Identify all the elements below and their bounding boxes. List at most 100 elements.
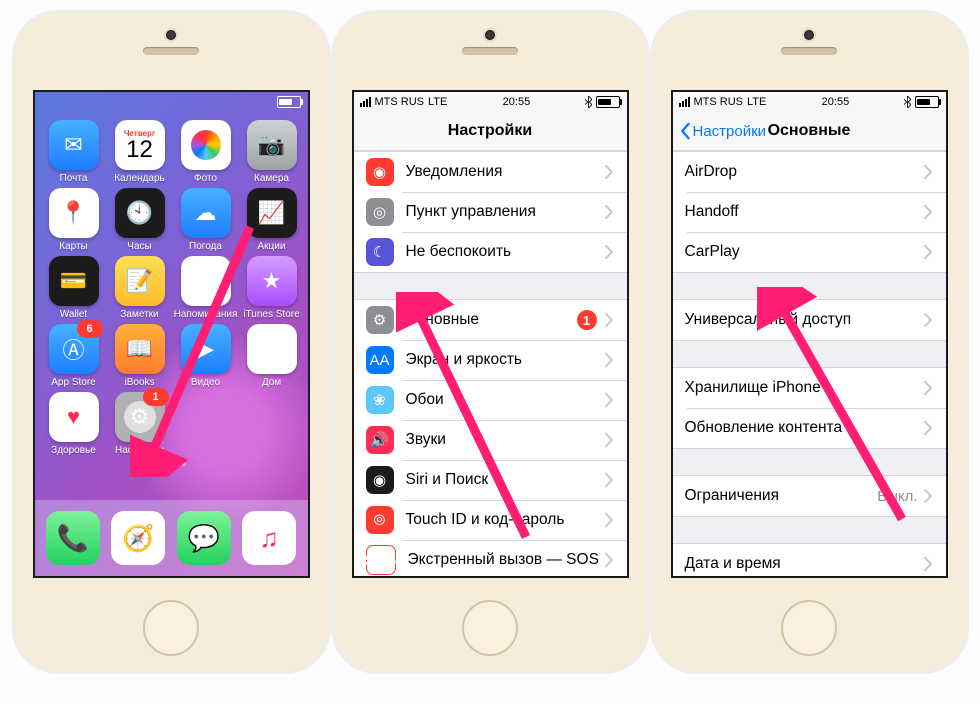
app-icon[interactable]: 📈 (247, 188, 297, 238)
app-icon[interactable]: 📖 (115, 324, 165, 374)
row-icon: AA (366, 346, 394, 374)
row-label: Siri и Поиск (406, 471, 605, 489)
row-icon: ◉ (366, 158, 394, 186)
home-button[interactable] (143, 600, 199, 656)
settings-row[interactable]: Обновление контента (673, 408, 946, 448)
app-icon[interactable]: ✉ (49, 120, 99, 170)
settings-row[interactable]: SOSЭкстренный вызов — SOS (354, 540, 627, 577)
settings-row[interactable]: ОграниченияВыкл. (673, 476, 946, 516)
app-icon[interactable]: ★ (247, 256, 297, 306)
chevron-right-icon (605, 393, 613, 407)
settings-row[interactable]: CarPlay (673, 232, 946, 272)
clock-label: 20:55 (822, 96, 850, 108)
app-icon[interactable]: 📍 (49, 188, 99, 238)
app-погода[interactable]: ☁ Погода (173, 188, 239, 252)
signal-bars-icon (679, 97, 690, 107)
app-icon[interactable]: 📝 (115, 256, 165, 306)
notification-badge: 6 (77, 320, 103, 338)
page-indicator[interactable] (35, 460, 308, 466)
nav-back-button[interactable]: Настройки (679, 122, 767, 140)
app-часы[interactable]: 🕙 Часы (107, 188, 173, 252)
app-ibooks[interactable]: 📖 iBooks (107, 324, 173, 388)
app-icon[interactable] (181, 120, 231, 170)
status-bar: MTS RUS LTE 20:55 (673, 92, 946, 112)
app-заметки[interactable]: 📝Заметки (107, 256, 173, 320)
home-button[interactable] (781, 600, 837, 656)
row-label: Обои (406, 391, 605, 409)
app-дом[interactable]: ⌂Дом (239, 324, 305, 388)
row-label: Touch ID и код-пароль (406, 511, 605, 529)
settings-row[interactable]: Универсальный доступ (673, 300, 946, 340)
app-label: Камера (254, 173, 289, 184)
nav-bar: Настройки (354, 112, 627, 151)
battery-icon (277, 96, 301, 108)
app-label: Видео (191, 377, 220, 388)
app-icon[interactable]: 💳 (49, 256, 99, 306)
app-icon[interactable]: Ⓐ6 (49, 324, 99, 374)
app-icon[interactable]: ☁ (181, 188, 231, 238)
app-карты[interactable]: 📍 Карты (41, 188, 107, 252)
network-label: LTE (747, 96, 766, 108)
app-настройки[interactable]: ⚙1Настройки (107, 392, 173, 456)
row-label: Дата и время (685, 555, 924, 573)
settings-row[interactable]: ⦾Touch ID и код-пароль (354, 500, 627, 540)
app-здоровье[interactable]: ♥Здоровье (41, 392, 107, 456)
settings-row[interactable]: ⚙Основные1 (354, 300, 627, 340)
app-icon[interactable]: ▶ (181, 324, 231, 374)
app-label: iBooks (124, 377, 154, 388)
home-button[interactable] (462, 600, 518, 656)
settings-row[interactable]: ❀ Обои (354, 380, 627, 420)
app-app store[interactable]: Ⓐ6App Store (41, 324, 107, 388)
settings-row[interactable]: 🔊Звуки (354, 420, 627, 460)
chevron-left-icon (679, 122, 691, 140)
app-label: Погода (189, 241, 222, 252)
app-icon[interactable]: ☰ (181, 256, 231, 306)
app-icon[interactable]: 🕙 (115, 188, 165, 238)
settings-row[interactable]: ☾Не беспокоить (354, 232, 627, 272)
row-label: Handoff (685, 203, 924, 221)
app-видео[interactable]: ▶ Видео (173, 324, 239, 388)
bluetooth-icon (904, 96, 911, 108)
settings-row[interactable]: AAЭкран и яркость (354, 340, 627, 380)
app-напоминания[interactable]: ☰Напоминания (173, 256, 239, 320)
app-wallet[interactable]: 💳 Wallet (41, 256, 107, 320)
settings-row[interactable]: Дата и время (673, 544, 946, 577)
chevron-right-icon (924, 381, 932, 395)
settings-row[interactable]: ◉Siri и Поиск (354, 460, 627, 500)
app-icon[interactable]: Четверг12 (115, 120, 165, 170)
dock-app-phone[interactable]: 📞 (46, 511, 100, 565)
row-label: Не беспокоить (406, 243, 605, 261)
app-фото[interactable]: Фото (173, 120, 239, 184)
chevron-right-icon (605, 165, 613, 179)
settings-row[interactable]: ◉Уведомления (354, 152, 627, 192)
app-label: Карты (59, 241, 88, 252)
dock-app-music[interactable]: ♫ (242, 511, 296, 565)
chevron-right-icon (605, 353, 613, 367)
app-icon[interactable]: ♥ (49, 392, 99, 442)
app-icon[interactable]: ⌂ (247, 324, 297, 374)
app-label: Wallet (60, 309, 87, 320)
app-акции[interactable]: 📈Акции (239, 188, 305, 252)
row-label: Пункт управления (406, 203, 605, 221)
app-itunes store[interactable]: ★iTunes Store (239, 256, 305, 320)
app-icon[interactable]: ⚙1 (115, 392, 165, 442)
settings-row[interactable]: Хранилище iPhone (673, 368, 946, 408)
phone-mockup-general: MTS RUS LTE 20:55 Настройки Основные Air… (652, 12, 967, 672)
app-label: Часы (127, 241, 151, 252)
row-icon: ◎ (366, 198, 394, 226)
dock-app-messages[interactable]: 💬 (177, 511, 231, 565)
settings-list[interactable]: ◉Уведомления ◎ Пункт управления ☾Не беспоко… (354, 151, 627, 577)
settings-row[interactable]: Handoff (673, 192, 946, 232)
app-icon[interactable]: 📷 (247, 120, 297, 170)
row-label: Экстренный вызов — SOS (408, 551, 605, 569)
settings-row[interactable]: ◎ Пункт управления (354, 192, 627, 232)
app-календарь[interactable]: Четверг12Календарь (107, 120, 173, 184)
settings-row[interactable]: AirDrop (673, 152, 946, 192)
general-list[interactable]: AirDrop Handoff CarPlay Универсальный дост… (673, 151, 946, 577)
screen-settings-root: MTS RUS LTE 20:55 Настройки ◉Уведомления… (352, 90, 629, 578)
settings-group: ◉Уведомления ◎ Пункт управления ☾Не беспоко… (354, 151, 627, 273)
app-камера[interactable]: 📷 Камера (239, 120, 305, 184)
row-icon: ❀ (366, 386, 394, 414)
dock-app-safari[interactable]: 🧭 (111, 511, 165, 565)
app-почта[interactable]: ✉Почта (41, 120, 107, 184)
